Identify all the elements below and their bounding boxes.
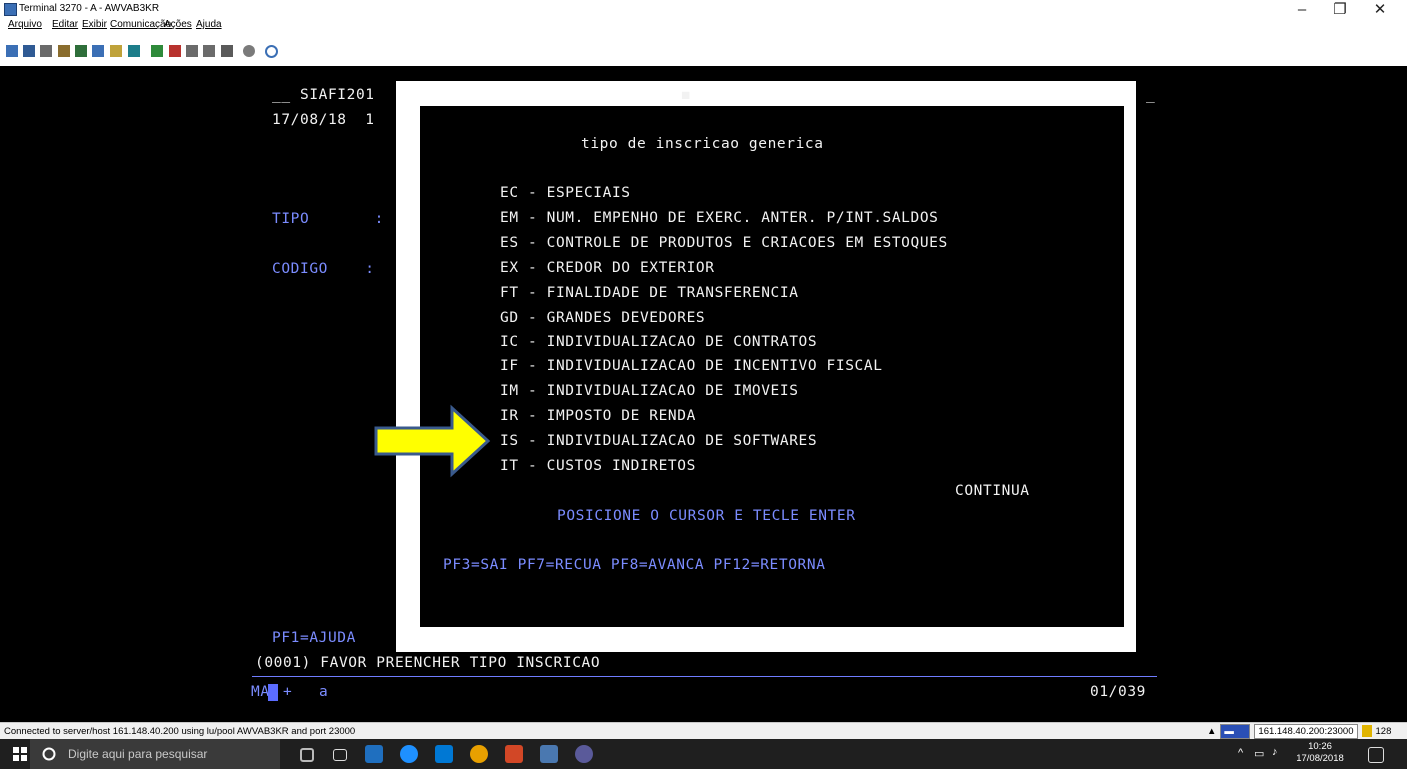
lock-icon: [1361, 725, 1372, 737]
menu-comunicacao[interactable]: Comunicação: [110, 19, 171, 30]
dialog-instruction: POSICIONE O CURSOR E TECLE ENTER: [557, 508, 856, 524]
keyboard-icon[interactable]: [128, 45, 140, 57]
status-bar: Connected to server/host 161.148.40.200 …: [0, 722, 1407, 740]
oia-plus: +: [283, 684, 293, 700]
option-ec[interactable]: EC - ESPECIAIS: [500, 185, 631, 201]
option-if[interactable]: IF - INDIVIDUALIZACAO DE INCENTIVO FISCA…: [500, 358, 883, 374]
tray-chevron-icon[interactable]: ^: [1238, 747, 1243, 759]
codigo-label: CODIGO :: [272, 261, 375, 277]
menu-editar[interactable]: Editar: [52, 19, 78, 30]
print-icon[interactable]: [58, 45, 70, 57]
up-arrow-icon[interactable]: ▲: [1207, 726, 1216, 737]
volume-icon[interactable]: ♪: [1272, 746, 1278, 758]
help-icon[interactable]: [265, 45, 278, 58]
taskbar-search[interactable]: Digite aqui para pesquisar: [30, 739, 280, 769]
right-underscore: _: [1146, 87, 1156, 103]
host-status: 161.148.40.200:23000: [1254, 723, 1358, 739]
session-icon[interactable]: [92, 45, 104, 57]
count-status: 128: [1375, 725, 1392, 737]
tipo-label: TIPO :: [272, 211, 384, 227]
taskbar: Digite aqui para pesquisar ^ ▭ ♪ 10:26 1…: [0, 739, 1407, 769]
menu-bar: Arquivo Editar Exibir Comunicação Ações …: [0, 18, 1407, 34]
network-icon[interactable]: ▭: [1254, 747, 1264, 760]
option-ir[interactable]: IR - IMPOSTO DE RENDA: [500, 408, 696, 424]
send-icon[interactable]: [151, 45, 163, 57]
dialog-pf-keys: PF3=SAI PF7=RECUA PF8=AVANCA PF12=RETORN…: [443, 557, 826, 573]
paint-icon[interactable]: [575, 745, 593, 763]
option-im[interactable]: IM - INDIVIDUALIZACAO DE IMOVEIS: [500, 383, 799, 399]
edge-icon[interactable]: [400, 745, 418, 763]
option-is[interactable]: IS - INDIVIDUALIZACAO DE SOFTWARES: [500, 433, 817, 449]
option-em[interactable]: EM - NUM. EMPENHO DE EXERC. ANTER. P/INT…: [500, 210, 939, 226]
paste-icon[interactable]: [23, 45, 35, 57]
disconnect-icon[interactable]: [221, 45, 233, 57]
macro-icon[interactable]: [110, 45, 122, 57]
cortana-icon: [42, 747, 56, 761]
oia-a: a: [319, 684, 329, 700]
pf1-help: PF1=AJUDA: [272, 630, 356, 646]
search-placeholder: Digite aqui para pesquisar: [68, 747, 208, 761]
screen-header: __ SIAFI201: [272, 87, 375, 103]
transfer-icon[interactable]: [186, 45, 198, 57]
connection-status: Connected to server/host 161.148.40.200 …: [4, 726, 356, 737]
clock-time: 10:26: [1308, 741, 1332, 752]
task-view-icon[interactable]: [333, 749, 347, 761]
continua-label: CONTINUA: [955, 483, 1030, 499]
chrome-icon[interactable]: [470, 745, 488, 763]
outlook-icon[interactable]: [435, 745, 453, 763]
oia-separator: [252, 676, 1157, 677]
option-gd[interactable]: GD - GRANDES DEVEDORES: [500, 310, 705, 326]
app-icon: [4, 3, 17, 16]
transfer2-icon[interactable]: [203, 45, 215, 57]
connection-icon: ▬: [1220, 723, 1251, 739]
window-title: Terminal 3270 - A - AWVAB3KR: [19, 3, 160, 14]
file-explorer-icon[interactable]: [365, 745, 383, 763]
notifications-icon[interactable]: [1368, 747, 1384, 763]
dialog-cursor: ▀: [682, 92, 690, 106]
settings-icon[interactable]: [243, 45, 255, 57]
windows-icon: [13, 747, 27, 761]
option-ic[interactable]: IC - INDIVIDUALIZACAO DE CONTRATOS: [500, 334, 817, 350]
microphone-icon[interactable]: [300, 748, 314, 762]
copy-icon[interactable]: [6, 45, 18, 57]
screen-message: (0001) FAVOR PREENCHER TIPO INSCRICAO: [255, 655, 601, 671]
option-ft[interactable]: FT - FINALIDADE DE TRANSFERENCIA: [500, 285, 799, 301]
menu-acoes[interactable]: Ações: [164, 19, 192, 30]
clock-date: 17/08/2018: [1296, 753, 1344, 764]
taskbar-clock[interactable]: 10:26 17/08/2018: [1290, 741, 1350, 765]
menu-exibir[interactable]: Exibir: [82, 19, 107, 30]
title-bar: Terminal 3270 - A - AWVAB3KR: [0, 0, 1407, 18]
receive-icon[interactable]: [169, 45, 181, 57]
dialog-title: tipo de inscricao generica: [581, 136, 824, 152]
option-ex[interactable]: EX - CREDOR DO EXTERIOR: [500, 260, 715, 276]
cut-icon[interactable]: [40, 45, 52, 57]
print-screen-icon[interactable]: [75, 45, 87, 57]
screen-date: 17/08/18 1: [272, 112, 375, 128]
cursor-block: [268, 684, 278, 701]
menu-ajuda[interactable]: Ajuda: [196, 19, 222, 30]
arrow-annotation-icon: [374, 404, 491, 478]
menu-arquivo[interactable]: Arquivo: [8, 19, 42, 30]
option-es[interactable]: ES - CONTROLE DE PRODUTOS E CRIACOES EM …: [500, 235, 948, 251]
option-it[interactable]: IT - CUSTOS INDIRETOS: [500, 458, 696, 474]
powerpoint-icon[interactable]: [505, 745, 523, 763]
cursor-position: 01/039: [1090, 684, 1146, 700]
status-right: ▲ ▬ 161.148.40.200:23000 128: [1207, 723, 1392, 739]
toolbar: [0, 34, 1407, 66]
oia-mode: MA: [251, 684, 270, 700]
terminal-app-icon[interactable]: [540, 745, 558, 763]
